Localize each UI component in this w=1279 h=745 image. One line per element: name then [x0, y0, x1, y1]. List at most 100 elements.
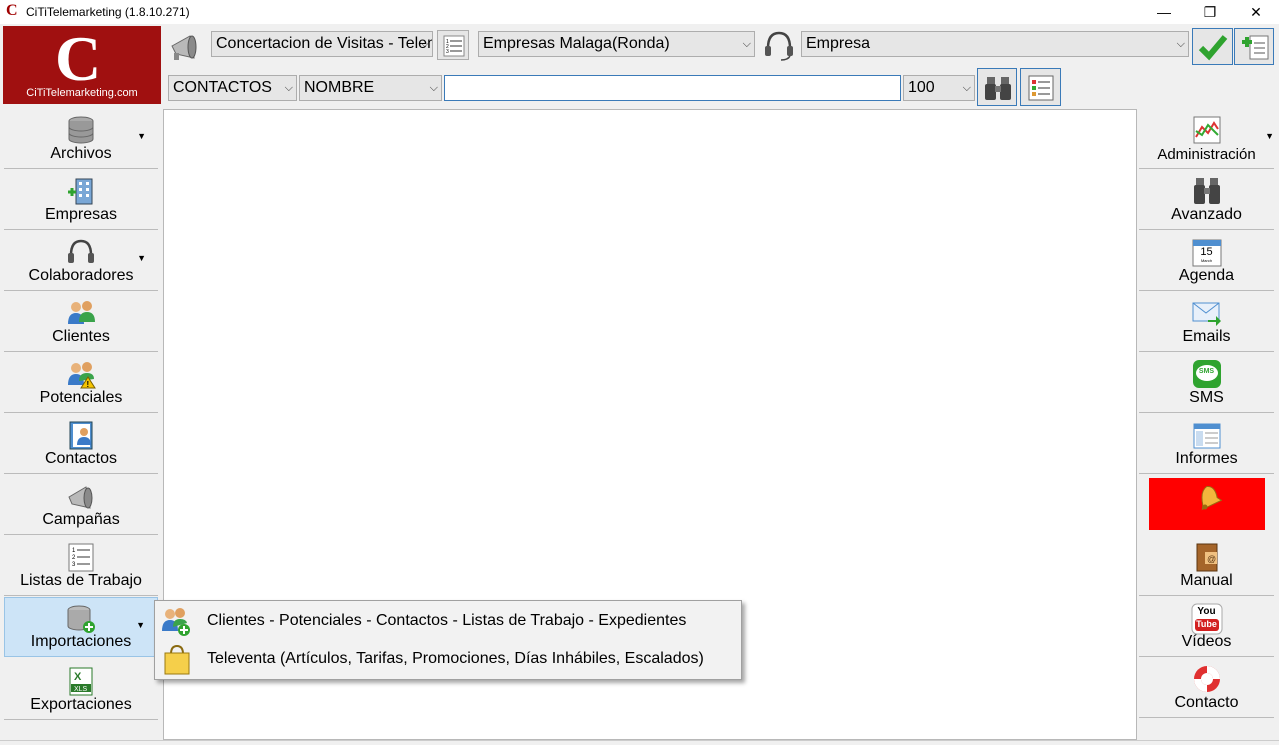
calendar-day: 15 — [1200, 246, 1213, 258]
app-logo: C CiTiTelemarketing.com — [3, 23, 161, 104]
sidebar-item-manual[interactable]: @ Manual — [1139, 536, 1274, 596]
database-add-icon — [66, 604, 96, 634]
report-icon — [1192, 420, 1222, 450]
sidebar-item-avanzado[interactable]: Avanzado — [1139, 170, 1274, 230]
sidebar-item-label: Contacto — [1174, 694, 1239, 711]
close-button[interactable]: ✕ — [1233, 0, 1279, 24]
megaphone-icon — [66, 481, 96, 511]
database-icon — [66, 115, 96, 145]
sidebar-item-clientes[interactable]: Clientes — [4, 292, 158, 352]
users-icon — [66, 298, 96, 328]
headset-icon — [762, 28, 796, 62]
dropdown-caret-icon[interactable]: ▼ — [137, 253, 146, 263]
sms-icon: SMS — [1192, 359, 1222, 389]
sidebar-item-archivos[interactable]: Archivos ▼ — [4, 109, 158, 169]
worklist-select[interactable]: Empresas Malaga(Ronda) ⌵ — [478, 31, 755, 57]
svg-text:!: ! — [87, 380, 90, 389]
dropdown-caret-icon[interactable]: ▼ — [137, 131, 146, 141]
sidebar-item-label: Informes — [1175, 450, 1238, 467]
sidebar-item-empresas[interactable]: Empresas — [4, 170, 158, 230]
sidebar-item-label: Agenda — [1178, 267, 1235, 284]
menu-item-import-televenta[interactable]: Televenta (Artículos, Tarifas, Promocion… — [157, 641, 739, 677]
title-bar: C CiTiTelemarketing (1.8.10.271) — ❐ ✕ — [0, 0, 1279, 24]
sidebar-item-potenciales[interactable]: ! Potenciales — [4, 353, 158, 413]
alarm-bell-button[interactable] — [1149, 478, 1265, 530]
sidebar-item-label: Exportaciones — [30, 696, 132, 713]
sidebar-item-label: Colaboradores — [28, 267, 134, 284]
contact-book-icon — [66, 420, 96, 450]
sidebar-item-listas-de-trabajo[interactable]: 123 Listas de Trabajo — [4, 536, 158, 596]
campaign-select[interactable]: Concertacion de Visitas - Telemarketing … — [211, 31, 433, 57]
manual-book-icon: @ — [1192, 542, 1222, 572]
svg-text:X: X — [74, 671, 82, 683]
users-add-icon — [160, 605, 192, 637]
sidebar-item-sms[interactable]: SMS SMS — [1139, 353, 1274, 413]
field-select[interactable]: NOMBRE ⌵ — [299, 75, 442, 101]
advanced-filter-button[interactable] — [1020, 68, 1061, 106]
window-title: CiTiTelemarketing (1.8.10.271) — [26, 5, 190, 19]
svg-text:@: @ — [1207, 554, 1216, 564]
app-icon: C — [6, 2, 18, 19]
dropdown-caret-icon[interactable]: ▼ — [136, 620, 145, 630]
chevron-down-icon: ⌵ — [284, 82, 293, 94]
menu-item-import-clientes[interactable]: Clientes - Potenciales - Contactos - Lis… — [157, 603, 739, 639]
add-record-button[interactable] — [1234, 28, 1274, 65]
sidebar-item-campanas[interactable]: Campañas — [4, 475, 158, 535]
numbered-list-icon: 1 2 3 — [443, 35, 465, 60]
chevron-down-icon: ⌵ — [742, 38, 751, 50]
checkmark-icon — [1198, 33, 1228, 64]
dropdown-caret-icon[interactable]: ▼ — [1265, 131, 1274, 141]
sidebar-item-contacto[interactable]: Contacto — [1139, 658, 1274, 718]
table-select-value: CONTACTOS — [173, 79, 272, 96]
calendar-month: March — [1200, 258, 1213, 263]
sidebar-item-label: Avanzado — [1171, 206, 1242, 223]
list-select-button[interactable]: 1 2 3 — [437, 30, 469, 60]
limit-select[interactable]: 100 ⌵ — [903, 75, 975, 101]
sidebar-item-agenda[interactable]: 15 March Agenda — [1139, 231, 1274, 291]
lifebuoy-icon — [1192, 664, 1222, 694]
field-select-value: NOMBRE — [304, 79, 375, 96]
svg-text:3: 3 — [446, 49, 449, 55]
worklist-select-value: Empresas Malaga(Ronda) — [483, 35, 670, 52]
sidebar-item-importaciones[interactable]: Importaciones ▼ — [4, 597, 158, 657]
sidebar-item-colaboradores[interactable]: Colaboradores ▼ — [4, 231, 158, 291]
importaciones-dropdown-menu: Clientes - Potenciales - Contactos - Lis… — [154, 600, 742, 680]
checklist-icon — [1027, 74, 1055, 105]
sidebar-item-videos[interactable]: You Tube Vídeos — [1139, 597, 1274, 657]
svg-text:XLS: XLS — [74, 686, 88, 693]
search-button[interactable] — [977, 68, 1017, 106]
sidebar-item-label: Potenciales — [39, 389, 123, 406]
logo-letter: C — [55, 23, 102, 94]
chart-icon — [1192, 115, 1222, 145]
status-bar — [0, 740, 1279, 745]
sidebar-item-administracion[interactable]: Administración ▼ — [1139, 109, 1274, 169]
table-select[interactable]: CONTACTOS ⌵ — [168, 75, 297, 101]
sidebar-item-label: Emails — [1182, 328, 1231, 345]
sidebar-item-label: Listas de Trabajo — [20, 572, 142, 589]
sidebar-item-label: Clientes — [52, 328, 110, 345]
search-input[interactable] — [444, 75, 901, 101]
sidebar-item-label: SMS — [1189, 389, 1224, 406]
limit-select-value: 100 — [908, 79, 935, 96]
type-select[interactable]: Empresa ⌵ — [801, 31, 1189, 57]
calendar-icon: 15 March — [1191, 237, 1223, 267]
maximize-button[interactable]: ❐ — [1187, 0, 1233, 24]
minimize-button[interactable]: — — [1141, 0, 1187, 24]
excel-xls-icon: X XLS — [66, 666, 96, 696]
binoculars-icon — [984, 74, 1012, 105]
chevron-down-icon: ⌵ — [429, 82, 438, 94]
menu-item-label: Televenta (Artículos, Tarifas, Promocion… — [207, 650, 704, 667]
bell-icon — [1192, 481, 1223, 511]
confirm-button[interactable] — [1192, 28, 1233, 65]
sidebar-item-informes[interactable]: Informes — [1139, 414, 1274, 474]
sidebar-item-contactos[interactable]: Contactos — [4, 414, 158, 474]
binoculars-icon — [1192, 176, 1222, 206]
sidebar-item-exportaciones[interactable]: X XLS Exportaciones — [4, 660, 158, 720]
sidebar-item-emails[interactable]: Emails — [1139, 292, 1274, 352]
chevron-down-icon: ⌵ — [962, 82, 971, 94]
sidebar-item-label: Contactos — [44, 450, 118, 467]
users-warning-icon: ! — [66, 359, 96, 389]
sidebar-item-label: Empresas — [44, 206, 118, 223]
shopping-bag-icon — [162, 644, 192, 676]
sidebar-item-label: Importaciones — [30, 633, 132, 650]
